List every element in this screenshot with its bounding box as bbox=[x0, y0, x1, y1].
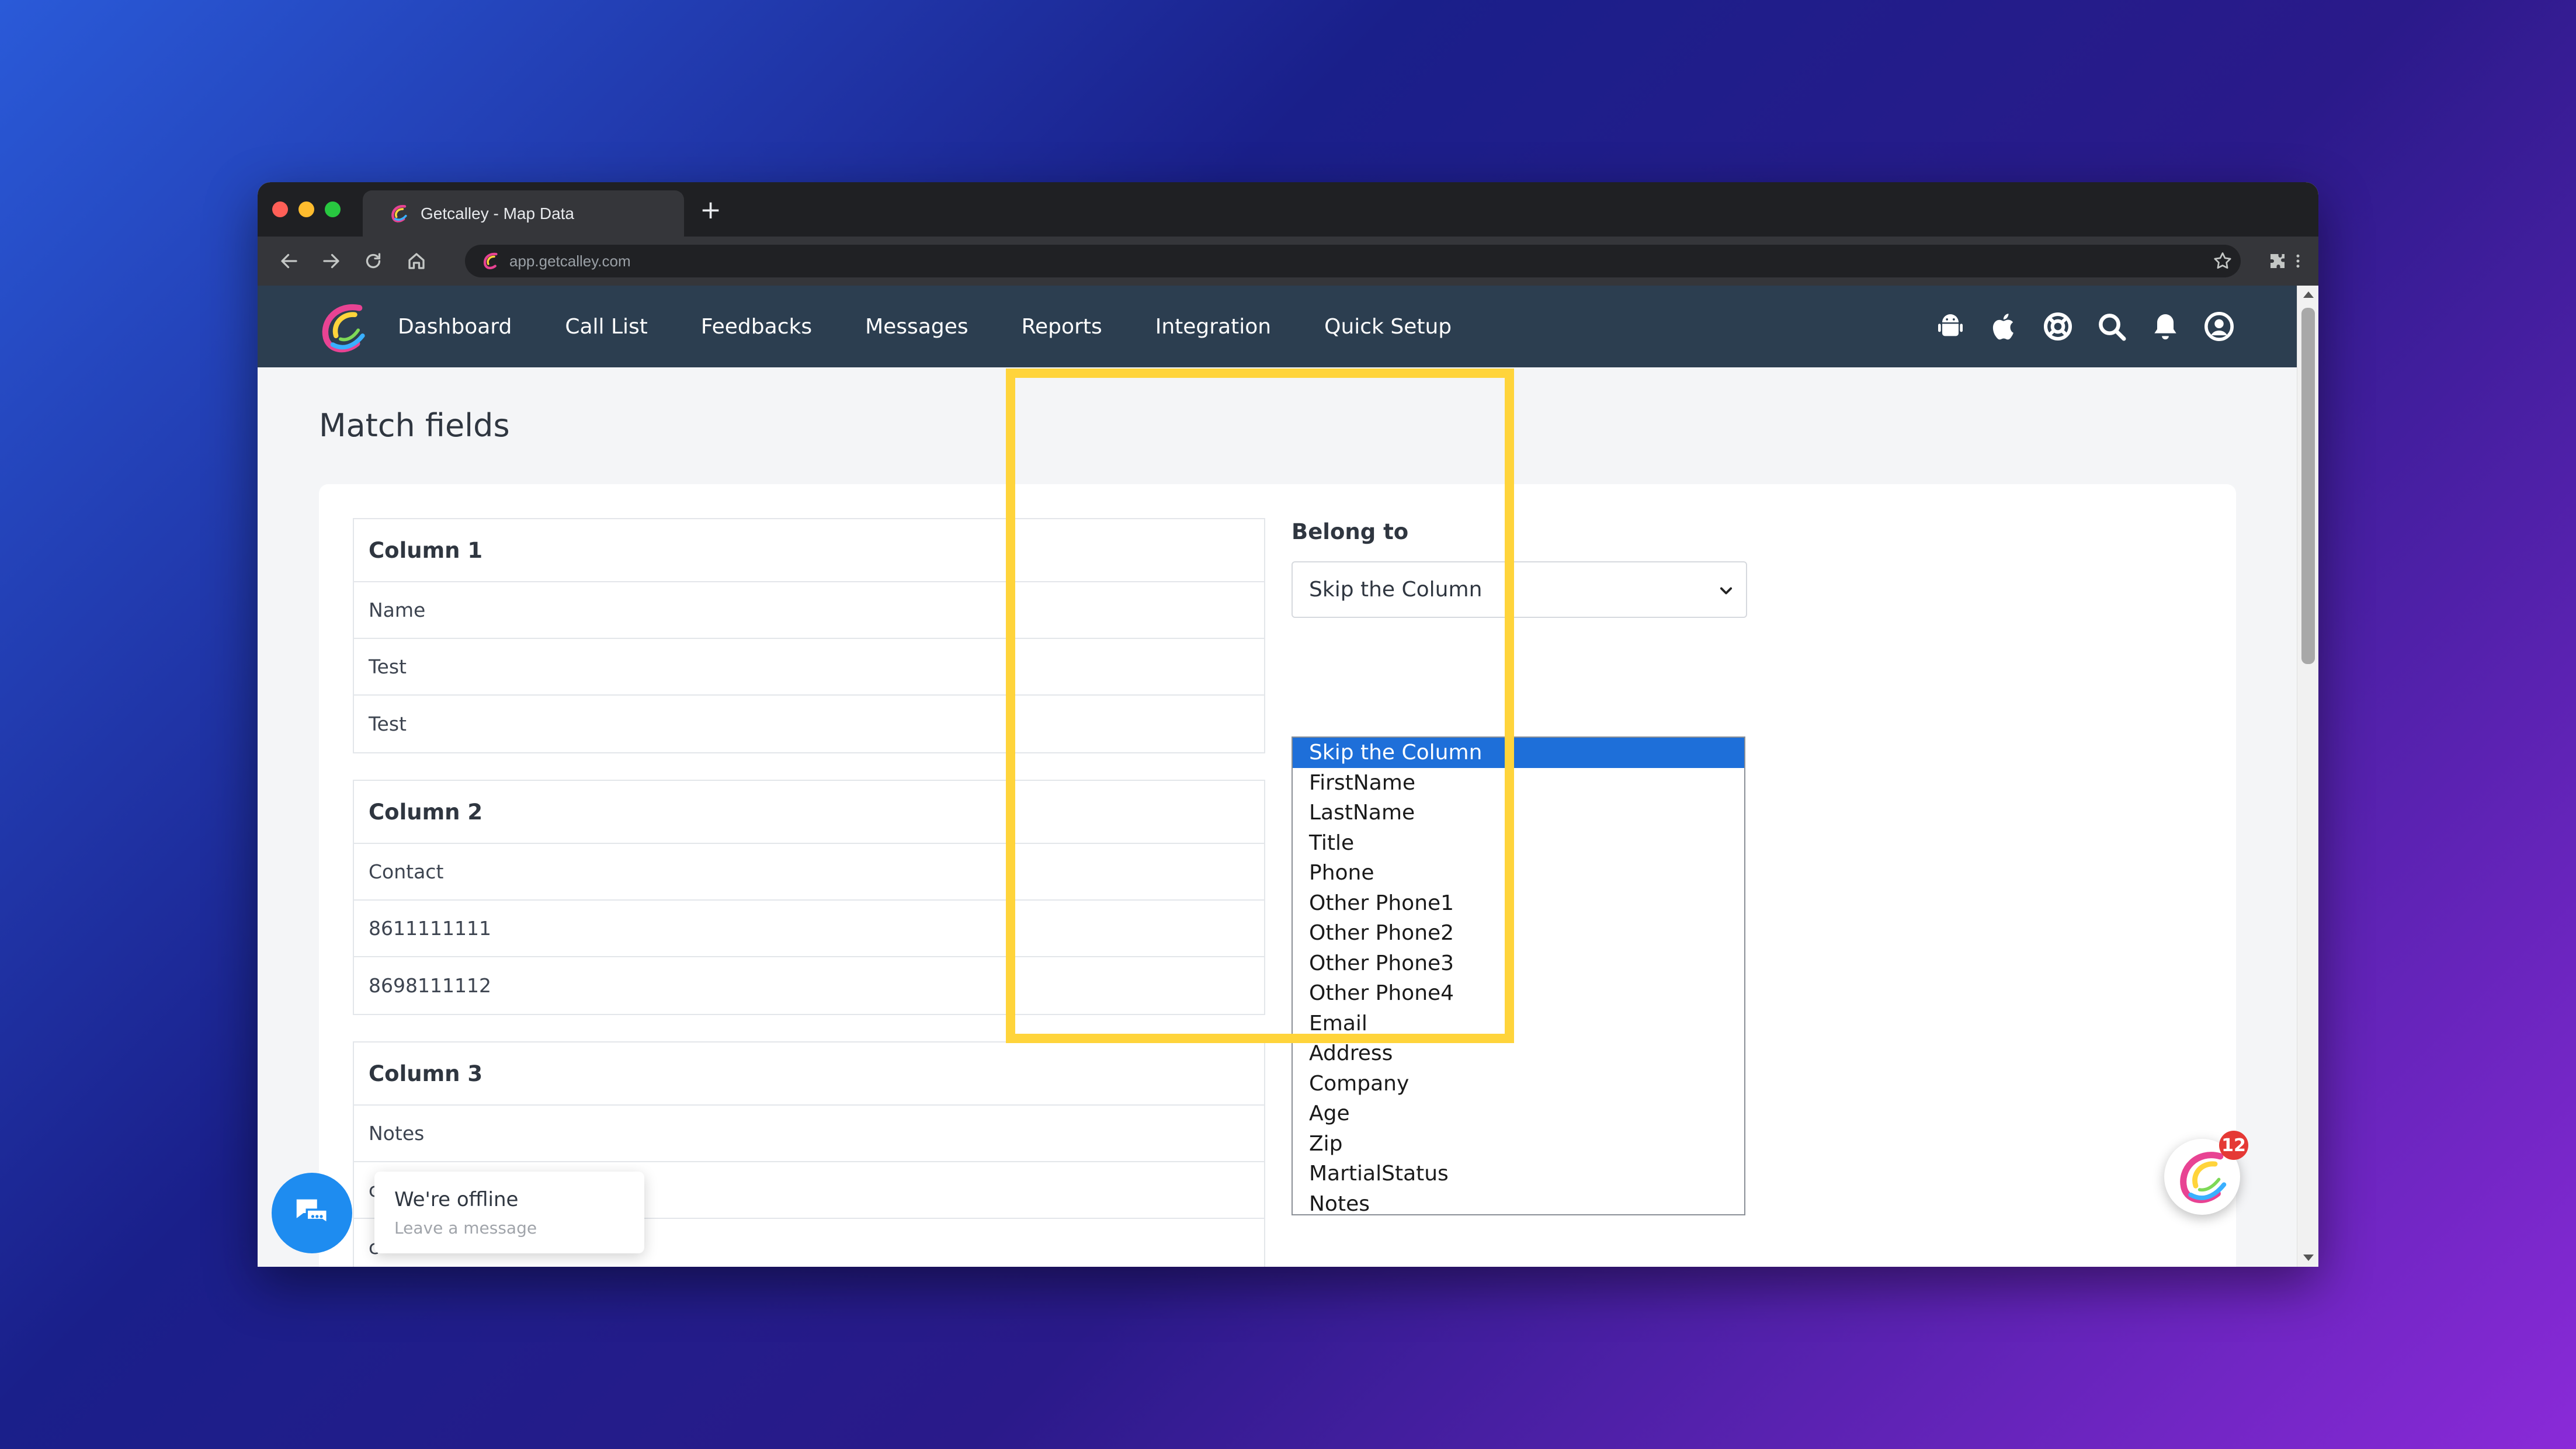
support-icon[interactable] bbox=[2042, 310, 2074, 343]
dropdown-option[interactable]: Address bbox=[1293, 1038, 1744, 1069]
floating-app-button[interactable]: 12 bbox=[2164, 1131, 2248, 1215]
chat-status-title: We're offline bbox=[394, 1188, 519, 1211]
nav-menu: Dashboard Call List Feedbacks Messages R… bbox=[398, 286, 1505, 367]
table-cell: Notes bbox=[354, 1106, 1264, 1162]
chat-launcher-button[interactable] bbox=[272, 1173, 352, 1253]
nav-icon-group bbox=[1913, 310, 2235, 343]
scroll-up-arrow-icon[interactable] bbox=[2303, 291, 2314, 298]
column-2-table: Column 2 Contact 8611111111 8698111112 bbox=[353, 780, 1265, 1015]
close-window-button[interactable] bbox=[272, 201, 288, 217]
address-bar[interactable]: app.getcalley.com bbox=[465, 245, 2241, 277]
home-button[interactable] bbox=[401, 246, 432, 276]
browser-toolbar: app.getcalley.com bbox=[258, 237, 2318, 286]
chat-icon bbox=[296, 1199, 328, 1225]
dropdown-option[interactable]: Skip the Column bbox=[1293, 738, 1744, 768]
field-options-dropdown: Skip the Column FirstName LastName Title… bbox=[1292, 736, 1745, 1216]
table-cell: Name bbox=[354, 582, 1264, 639]
belong-to-select[interactable]: Skip the Column bbox=[1292, 561, 1747, 618]
new-tab-button[interactable]: + bbox=[695, 194, 727, 226]
bookmark-button[interactable] bbox=[2207, 246, 2238, 276]
column-1-table: Column 1 Name Test Test bbox=[353, 518, 1265, 753]
search-icon[interactable] bbox=[2095, 310, 2128, 343]
chat-offline-popup[interactable]: We're offline Leave a message bbox=[374, 1172, 644, 1253]
table-cell: Test bbox=[369, 713, 407, 735]
dropdown-option[interactable]: LastName bbox=[1293, 798, 1744, 828]
getcalley-logo-icon bbox=[391, 204, 407, 223]
url-text: app.getcalley.com bbox=[509, 252, 631, 270]
dropdown-option[interactable]: Title bbox=[1293, 828, 1744, 859]
minimize-window-button[interactable] bbox=[298, 201, 314, 217]
getcalley-logo-icon[interactable] bbox=[316, 300, 372, 356]
reload-icon bbox=[366, 253, 381, 269]
user-icon[interactable] bbox=[2203, 310, 2235, 343]
dropdown-option[interactable]: Zip bbox=[1293, 1129, 1744, 1159]
app-navbar: Dashboard Call List Feedbacks Messages R… bbox=[258, 286, 2297, 367]
select-value: Skip the Column bbox=[1309, 578, 1483, 602]
site-logo-icon bbox=[483, 252, 498, 269]
puzzle-icon bbox=[2271, 254, 2285, 268]
belong-to-label: Belong to bbox=[1292, 519, 1409, 544]
table-cell: 8611111111 bbox=[354, 901, 1264, 957]
tab-title: Getcalley - Map Data bbox=[421, 204, 574, 223]
dropdown-option[interactable]: Other Phone2 bbox=[1293, 918, 1744, 948]
column-header: Column 3 bbox=[354, 1043, 1264, 1106]
bell-icon[interactable] bbox=[2149, 310, 2182, 343]
chat-status-subtitle: Leave a message bbox=[394, 1218, 537, 1238]
table-cell: Contact bbox=[354, 844, 1264, 901]
dropdown-option[interactable]: Phone bbox=[1293, 858, 1744, 888]
browser-menu-button[interactable] bbox=[2289, 246, 2307, 276]
page-title: Match fields bbox=[319, 407, 510, 444]
apple-icon[interactable] bbox=[1988, 310, 2020, 343]
browser-tab[interactable]: Getcalley - Map Data bbox=[363, 190, 684, 237]
reload-button[interactable] bbox=[358, 246, 388, 276]
nav-messages[interactable]: Messages bbox=[865, 315, 968, 339]
table-cell: Test bbox=[354, 639, 1264, 696]
dropdown-option[interactable]: Age bbox=[1293, 1099, 1744, 1129]
scroll-down-arrow-icon[interactable] bbox=[2303, 1255, 2314, 1261]
star-icon bbox=[2214, 252, 2231, 269]
nav-call-list[interactable]: Call List bbox=[565, 315, 648, 339]
arrow-right-icon bbox=[323, 253, 339, 269]
browser-window: Getcalley - Map Data + app.getcalley.com bbox=[258, 182, 2318, 1267]
nav-dashboard[interactable]: Dashboard bbox=[398, 315, 512, 339]
main-content: Match fields Column 1 Name Test Test Col… bbox=[258, 367, 2297, 1267]
scroll-thumb[interactable] bbox=[2301, 308, 2315, 664]
dropdown-option[interactable]: Other Phone1 bbox=[1293, 888, 1744, 919]
nav-feedbacks[interactable]: Feedbacks bbox=[701, 315, 812, 339]
nav-reports[interactable]: Reports bbox=[1022, 315, 1102, 339]
maximize-window-button[interactable] bbox=[325, 201, 341, 217]
dropdown-option[interactable]: Company bbox=[1293, 1069, 1744, 1099]
forward-button[interactable] bbox=[316, 246, 346, 276]
home-icon bbox=[408, 253, 425, 269]
back-button[interactable] bbox=[274, 246, 304, 276]
dropdown-option[interactable]: Other Phone4 bbox=[1293, 978, 1744, 1009]
dropdown-option[interactable]: Notes bbox=[1293, 1189, 1744, 1219]
more-vertical-icon bbox=[2296, 254, 2300, 268]
chevron-down-icon bbox=[1720, 587, 1733, 595]
arrow-left-icon bbox=[281, 253, 297, 269]
page-scrollbar[interactable] bbox=[2297, 286, 2318, 1267]
column-header: Column 1 bbox=[354, 519, 1264, 582]
dropdown-option[interactable]: Email bbox=[1293, 1009, 1744, 1039]
dropdown-option[interactable]: MartialStatus bbox=[1293, 1159, 1744, 1189]
extensions-button[interactable] bbox=[2262, 246, 2293, 276]
table-cell: 8698111112 bbox=[369, 974, 491, 997]
column-header: Column 2 bbox=[354, 781, 1264, 844]
dropdown-option[interactable]: Other Phone3 bbox=[1293, 948, 1744, 979]
nav-quick-setup[interactable]: Quick Setup bbox=[1324, 315, 1452, 339]
android-icon[interactable] bbox=[1934, 310, 1967, 343]
tab-strip: Getcalley - Map Data + bbox=[258, 182, 2318, 237]
dropdown-option[interactable]: FirstName bbox=[1293, 768, 1744, 798]
match-fields-card: Column 1 Name Test Test Column 2 Contact… bbox=[319, 484, 2236, 1267]
notification-count-badge: 12 bbox=[2219, 1131, 2248, 1160]
nav-integration[interactable]: Integration bbox=[1155, 315, 1271, 339]
